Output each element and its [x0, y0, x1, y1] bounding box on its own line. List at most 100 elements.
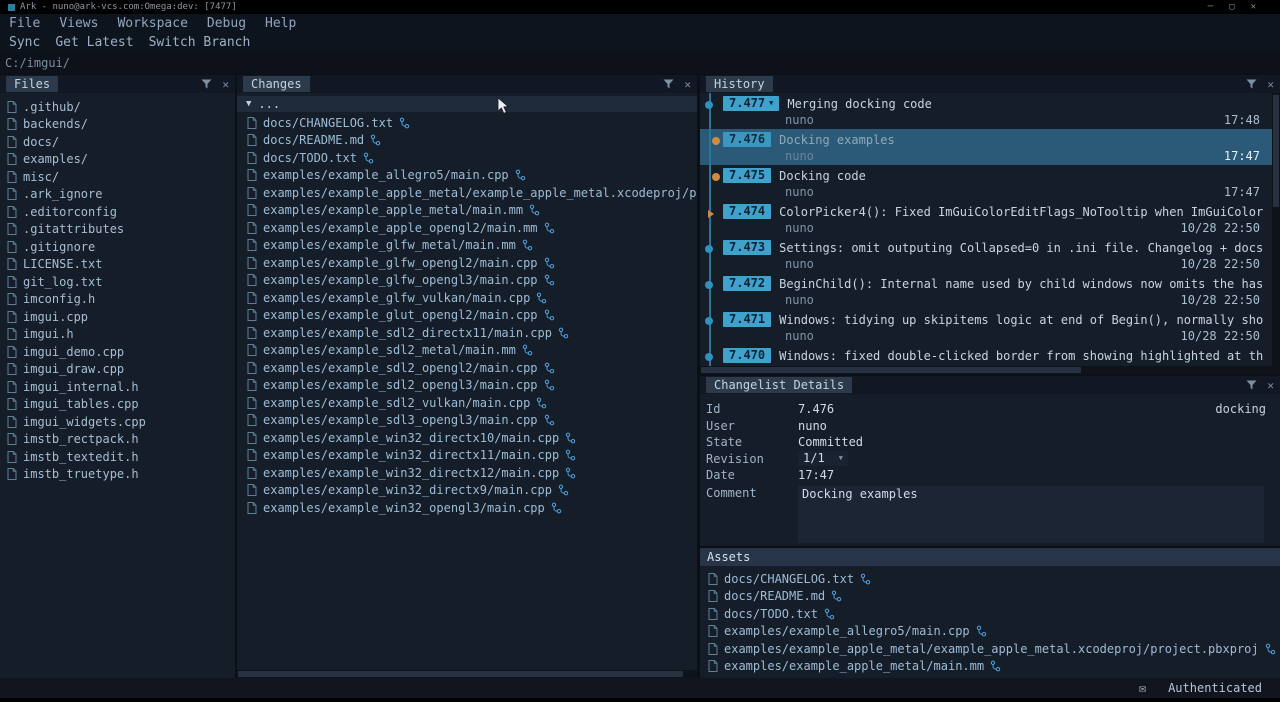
asset-file-row[interactable]: examples/example_allegro5/main.cpp — [700, 623, 1280, 641]
asset-file-row[interactable]: examples/example_apple_metal/main.mm — [700, 658, 1280, 676]
history-entry[interactable]: 7.471 Windows: tidying up skipitems logi… — [700, 309, 1272, 345]
changed-file-row[interactable]: examples/example_glfw_opengl2/main.cpp — [237, 254, 697, 272]
menu-item[interactable]: File — [9, 16, 40, 31]
changed-file-row[interactable]: examples/example_win32_opengl3/main.cpp — [237, 499, 697, 517]
file-tree-item[interactable]: git_log.txt — [0, 273, 235, 291]
comment-field[interactable]: Docking examples — [798, 486, 1264, 543]
changed-file-row[interactable]: examples/example_win32_directx10/main.cp… — [237, 429, 697, 447]
revision-select[interactable]: 1/1 ▼ — [798, 451, 848, 466]
revision-badge[interactable]: 7.472 — [723, 276, 771, 291]
file-tree-item[interactable]: backends/ — [0, 116, 235, 134]
changed-file-row[interactable]: docs/README.md — [237, 132, 697, 150]
vertical-scrollbar-thumb[interactable] — [1273, 95, 1279, 207]
menu-item[interactable]: Workspace — [117, 16, 187, 31]
history-entry[interactable]: 7.470 Windows: fixed double-clicked bord… — [700, 345, 1272, 366]
changed-file-row[interactable]: examples/example_win32_directx12/main.cp… — [237, 464, 697, 482]
file-tree-item[interactable]: imgui_demo.cpp — [0, 343, 235, 361]
vertical-scrollbar[interactable] — [1272, 93, 1280, 366]
close-panel-icon[interactable]: ✕ — [222, 79, 229, 90]
file-tree-item[interactable]: imstb_rectpack.h — [0, 431, 235, 449]
file-tree-item[interactable]: imstb_truetype.h — [0, 466, 235, 484]
changed-file-row[interactable]: docs/TODO.txt — [237, 149, 697, 167]
file-tree-item[interactable]: imgui_widgets.cpp — [0, 413, 235, 431]
file-tree-item[interactable]: LICENSE.txt — [0, 256, 235, 274]
horizontal-scrollbar[interactable] — [700, 366, 1280, 374]
filter-icon[interactable] — [201, 79, 212, 89]
expander-icon[interactable]: ▼ — [246, 99, 251, 109]
file-tree-item[interactable]: imstb_textedit.h — [0, 448, 235, 466]
changed-file-row[interactable]: examples/example_apple_metal/main.mm — [237, 202, 697, 220]
history-entry[interactable]: 7.474 ColorPicker4(): Fixed ImGuiColorEd… — [700, 201, 1272, 237]
changed-file-row[interactable]: examples/example_glfw_metal/main.mm — [237, 237, 697, 255]
asset-file-row[interactable]: docs/CHANGELOG.txt — [700, 570, 1280, 588]
horizontal-scrollbar-thumb[interactable] — [701, 367, 1081, 373]
filter-icon[interactable] — [1246, 79, 1257, 89]
changes-root-row[interactable]: ▼ ... — [237, 96, 697, 112]
revision-badge[interactable]: 7.471 — [723, 312, 771, 327]
file-tree-item[interactable]: examples/ — [0, 151, 235, 169]
horizontal-scrollbar-thumb[interactable] — [238, 671, 683, 677]
menu-item[interactable]: Debug — [207, 16, 246, 31]
history-entry[interactable]: 7.472 BeginChild(): Internal name used b… — [700, 273, 1272, 309]
revision-badge[interactable]: 7.470 — [723, 348, 771, 363]
toolbar-button[interactable]: Sync — [9, 35, 40, 50]
changed-file-row[interactable]: examples/example_win32_directx11/main.cp… — [237, 447, 697, 465]
file-tree-item[interactable]: .gitattributes — [0, 221, 235, 239]
changed-file-row[interactable]: examples/example_apple_metal/example_app… — [237, 184, 697, 202]
file-tree-item[interactable]: .editorconfig — [0, 203, 235, 221]
history-entry[interactable]: 7.475 Docking code nuno 17:47 — [700, 165, 1272, 201]
file-tree-item[interactable]: .gitignore — [0, 238, 235, 256]
graph-node-icon — [705, 101, 713, 109]
history-entry[interactable]: 7.473 Settings: omit outputing Collapsed… — [700, 237, 1272, 273]
asset-file-row[interactable]: docs/TODO.txt — [700, 605, 1280, 623]
revision-badge[interactable]: 7.475 — [723, 168, 771, 183]
assets-panel-header[interactable]: Assets — [700, 548, 1280, 566]
changed-file-row[interactable]: examples/example_allegro5/main.cpp — [237, 167, 697, 185]
revision-badge[interactable]: 7.473 — [723, 240, 771, 255]
file-tree-item[interactable]: imgui_internal.h — [0, 378, 235, 396]
changed-file-row[interactable]: examples/example_glfw_opengl3/main.cpp — [237, 272, 697, 290]
close-panel-icon[interactable]: ✕ — [1267, 380, 1274, 391]
menu-item[interactable]: Help — [265, 16, 296, 31]
asset-file-row[interactable]: docs/README.md — [700, 588, 1280, 606]
mail-icon[interactable]: ✉ — [1139, 681, 1146, 695]
file-tree-item[interactable]: .ark_ignore — [0, 186, 235, 204]
changed-file-row[interactable]: docs/CHANGELOG.txt — [237, 114, 697, 132]
revision-badge[interactable]: 7.476 — [723, 132, 771, 147]
changed-file-row[interactable]: examples/example_sdl2_vulkan/main.cpp — [237, 394, 697, 412]
revision-badge[interactable]: 7.474 — [723, 204, 771, 219]
file-tree-item[interactable]: imgui_tables.cpp — [0, 396, 235, 414]
close-button[interactable]: ✕ — [1251, 2, 1256, 12]
changed-file-row[interactable]: examples/example_sdl2_metal/main.mm — [237, 342, 697, 360]
changelist-id: 7.476 — [798, 402, 834, 416]
changed-file-row[interactable]: examples/example_win32_directx9/main.cpp — [237, 482, 697, 500]
menu-item[interactable]: Views — [59, 16, 98, 31]
minimize-button[interactable]: ─ — [1208, 2, 1213, 12]
changed-file-row[interactable]: examples/example_apple_opengl2/main.mm — [237, 219, 697, 237]
file-tree-item[interactable]: imgui_draw.cpp — [0, 361, 235, 379]
file-tree-item[interactable]: .github/ — [0, 98, 235, 116]
changed-file-row[interactable]: examples/example_sdl3_opengl3/main.cpp — [237, 412, 697, 430]
maximize-button[interactable]: ▢ — [1229, 2, 1234, 12]
filter-icon[interactable] — [663, 79, 674, 89]
changed-file-row[interactable]: examples/example_glut_opengl2/main.cpp — [237, 307, 697, 325]
file-tree-item[interactable]: imconfig.h — [0, 291, 235, 309]
horizontal-scrollbar[interactable] — [237, 670, 697, 678]
changed-file-row[interactable]: examples/example_glfw_vulkan/main.cpp — [237, 289, 697, 307]
changed-file-row[interactable]: examples/example_sdl2_opengl2/main.cpp — [237, 359, 697, 377]
toolbar-button[interactable]: Switch Branch — [149, 35, 251, 50]
history-entry[interactable]: 7.476 Docking examples nuno 17:47 — [700, 129, 1272, 165]
toolbar-button[interactable]: Get Latest — [55, 35, 133, 50]
file-tree-item[interactable]: docs/ — [0, 133, 235, 151]
file-tree-item[interactable]: imgui.cpp — [0, 308, 235, 326]
revision-badge[interactable]: 7.477 ▼ — [723, 96, 779, 111]
changed-file-row[interactable]: examples/example_sdl2_directx11/main.cpp — [237, 324, 697, 342]
close-panel-icon[interactable]: ✕ — [684, 79, 691, 90]
file-tree-item[interactable]: imgui.h — [0, 326, 235, 344]
close-panel-icon[interactable]: ✕ — [1267, 79, 1274, 90]
changed-file-row[interactable]: examples/example_sdl2_opengl3/main.cpp — [237, 377, 697, 395]
asset-file-row[interactable]: examples/example_apple_metal/example_app… — [700, 640, 1280, 658]
history-entry[interactable]: 7.477 ▼ Merging docking code nuno 17:48 — [700, 93, 1272, 129]
filter-icon[interactable] — [1246, 380, 1257, 390]
file-tree-item[interactable]: misc/ — [0, 168, 235, 186]
